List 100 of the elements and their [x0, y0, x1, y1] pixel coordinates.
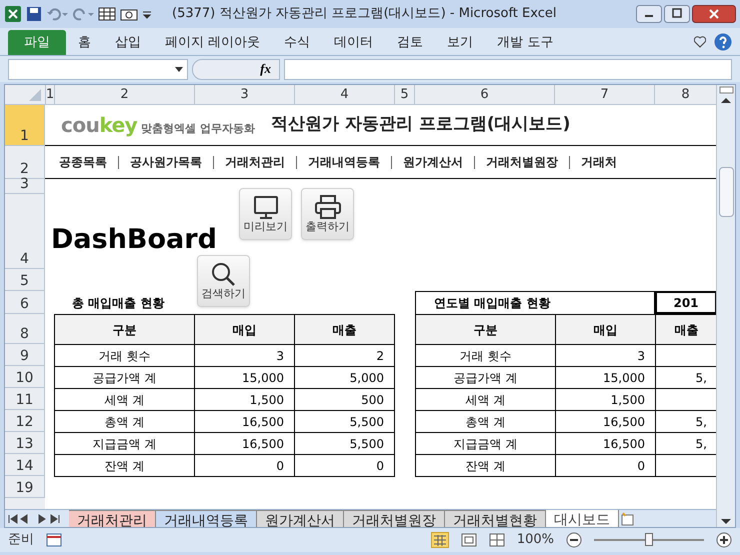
table-cell: 5,500 — [295, 433, 395, 455]
sheet-tab[interactable]: 원가계산서 — [257, 510, 344, 527]
insert-function-button[interactable]: fx — [192, 58, 280, 80]
table-cell: 3 — [556, 345, 656, 367]
table-cell: 0 — [556, 455, 656, 477]
row-header[interactable]: 4 — [5, 194, 45, 269]
dashboard-button[interactable]: 출력하기 — [301, 188, 354, 240]
zoom-in-icon[interactable] — [716, 532, 732, 548]
dashboard-button[interactable]: 미리보기 — [239, 188, 292, 240]
formula-input[interactable] — [284, 58, 732, 80]
row-header[interactable]: 14 — [5, 454, 45, 476]
logo-tagline: 맞춤형엑셀 업무자동화 — [141, 121, 256, 137]
column-header[interactable]: 5 — [394, 85, 414, 104]
ribbon-tab[interactable]: 파일 — [8, 30, 66, 55]
table-cell: 16,500 — [195, 411, 295, 433]
column-heading: 매입 — [556, 315, 656, 345]
heart-icon[interactable] — [694, 36, 706, 48]
excel-logo-icon — [4, 5, 22, 23]
column-heading: 매출 — [656, 315, 716, 345]
table-cell: 0 — [295, 455, 395, 477]
row-header[interactable]: 10 — [5, 366, 45, 388]
table-cell: 지급금액 계 — [55, 433, 195, 455]
table-cell: 잔액 계 — [55, 455, 195, 477]
sheet-tab[interactable]: 거래처별원장 — [344, 510, 445, 527]
column-header[interactable]: 7 — [554, 85, 654, 104]
row-header[interactable]: 3 — [5, 179, 45, 194]
column-header[interactable]: 4 — [294, 85, 394, 104]
help-icon[interactable] — [714, 33, 732, 51]
table-cell: 15,000 — [556, 367, 656, 389]
zoom-out-icon[interactable] — [566, 532, 582, 548]
logo-text: coukey — [61, 112, 138, 139]
ribbon-tab[interactable]: 개발 도구 — [485, 30, 566, 55]
table-cell: 16,500 — [556, 411, 656, 433]
row-header[interactable]: 9 — [5, 344, 45, 366]
row-header[interactable]: 1 — [5, 105, 45, 146]
minimize-icon[interactable] — [636, 5, 662, 23]
nav-link[interactable]: 거래처별원장 — [486, 153, 558, 171]
dashboard-button[interactable]: 검색하기 — [197, 255, 250, 307]
scroll-up-icon[interactable] — [720, 95, 732, 105]
zoom-slider-thumb[interactable] — [645, 533, 653, 546]
row-header[interactable]: 8 — [5, 314, 45, 344]
nav-link[interactable]: 거래내역등록 — [308, 153, 380, 171]
row-header[interactable]: 5 — [5, 269, 45, 291]
ribbon-tab[interactable]: 보기 — [435, 30, 486, 55]
table-cell: 세액 계 — [55, 389, 195, 411]
nav-link[interactable]: 거래처 — [581, 153, 617, 171]
nav-link[interactable]: 원가계산서 — [403, 153, 463, 171]
row-header[interactable]: 6 — [5, 291, 45, 314]
column-heading: 구분 — [55, 315, 195, 345]
row-header[interactable]: 13 — [5, 432, 45, 454]
table-cell: 총액 계 — [55, 411, 195, 433]
window-title: (5377) 적산원가 자동관리 프로그램(대시보드) - Microsoft Excel — [172, 5, 558, 24]
column-header[interactable]: 3 — [194, 85, 294, 104]
dropdown-icon — [175, 66, 183, 72]
dashboard-heading: DashBoard — [51, 222, 217, 257]
macro-record-icon[interactable] — [46, 533, 62, 547]
row-header[interactable]: 19 — [5, 476, 45, 498]
column-header[interactable]: 2 — [54, 85, 194, 104]
normal-view-icon[interactable] — [430, 532, 449, 548]
column-heading: 매출 — [295, 315, 395, 345]
column-header[interactable]: 6 — [414, 85, 554, 104]
page-layout-icon[interactable] — [460, 533, 477, 547]
ribbon-tab[interactable]: 홈 — [66, 30, 103, 55]
nav-link[interactable]: 공사원가목록 — [130, 153, 202, 171]
table-cell: 3 — [195, 345, 295, 367]
ribbon-tab[interactable]: 삽입 — [103, 30, 153, 55]
scroll-thumb[interactable] — [718, 167, 734, 217]
table-cell: 500 — [295, 389, 395, 411]
ribbon-tab[interactable]: 수식 — [272, 30, 322, 55]
column-heading: 구분 — [416, 315, 556, 345]
table-cell: 5,500 — [295, 411, 395, 433]
sheet-tab[interactable]: 대시보드 — [546, 510, 619, 527]
zoom-level[interactable]: 100% — [516, 530, 554, 550]
sheet-title: 적산원가 자동관리 프로그램(대시보드) — [271, 113, 570, 136]
nav-link[interactable]: 거래처관리 — [225, 153, 285, 171]
split-handle-icon[interactable] — [718, 85, 734, 95]
save-icon[interactable] — [26, 6, 42, 22]
row-header[interactable]: 12 — [5, 410, 45, 432]
table-title: 총 매입매출 현황 — [72, 294, 164, 312]
nav-link[interactable]: 공종목록 — [59, 153, 107, 171]
sheet-tab[interactable]: 거래처별현황 — [445, 510, 546, 527]
page-break-icon[interactable] — [488, 533, 505, 547]
table-cell: 2 — [295, 345, 395, 367]
ribbon-tab[interactable]: 데이터 — [322, 30, 386, 55]
year-cell[interactable]: 201 — [655, 291, 716, 314]
new-sheet-icon[interactable] — [619, 512, 635, 526]
ribbon-tab[interactable]: 검토 — [385, 30, 436, 55]
close-icon[interactable] — [692, 5, 736, 23]
row-header[interactable]: 2 — [5, 146, 45, 179]
sheet-tab[interactable]: 거래내역등록 — [156, 510, 257, 527]
status-text: 준비 — [8, 531, 34, 550]
table-cell: 총액 계 — [416, 411, 556, 433]
table-icon[interactable] — [98, 6, 116, 22]
sheet-tab[interactable]: 거래처관리 — [69, 510, 156, 527]
column-header[interactable]: 1 — [45, 85, 54, 104]
column-heading: 매입 — [195, 315, 295, 345]
ribbon-tab[interactable]: 페이지 레이아웃 — [153, 30, 272, 55]
table-cell: 거래 횟수 — [416, 345, 556, 367]
row-header[interactable]: 11 — [5, 388, 45, 410]
maximize-icon[interactable] — [664, 5, 690, 23]
